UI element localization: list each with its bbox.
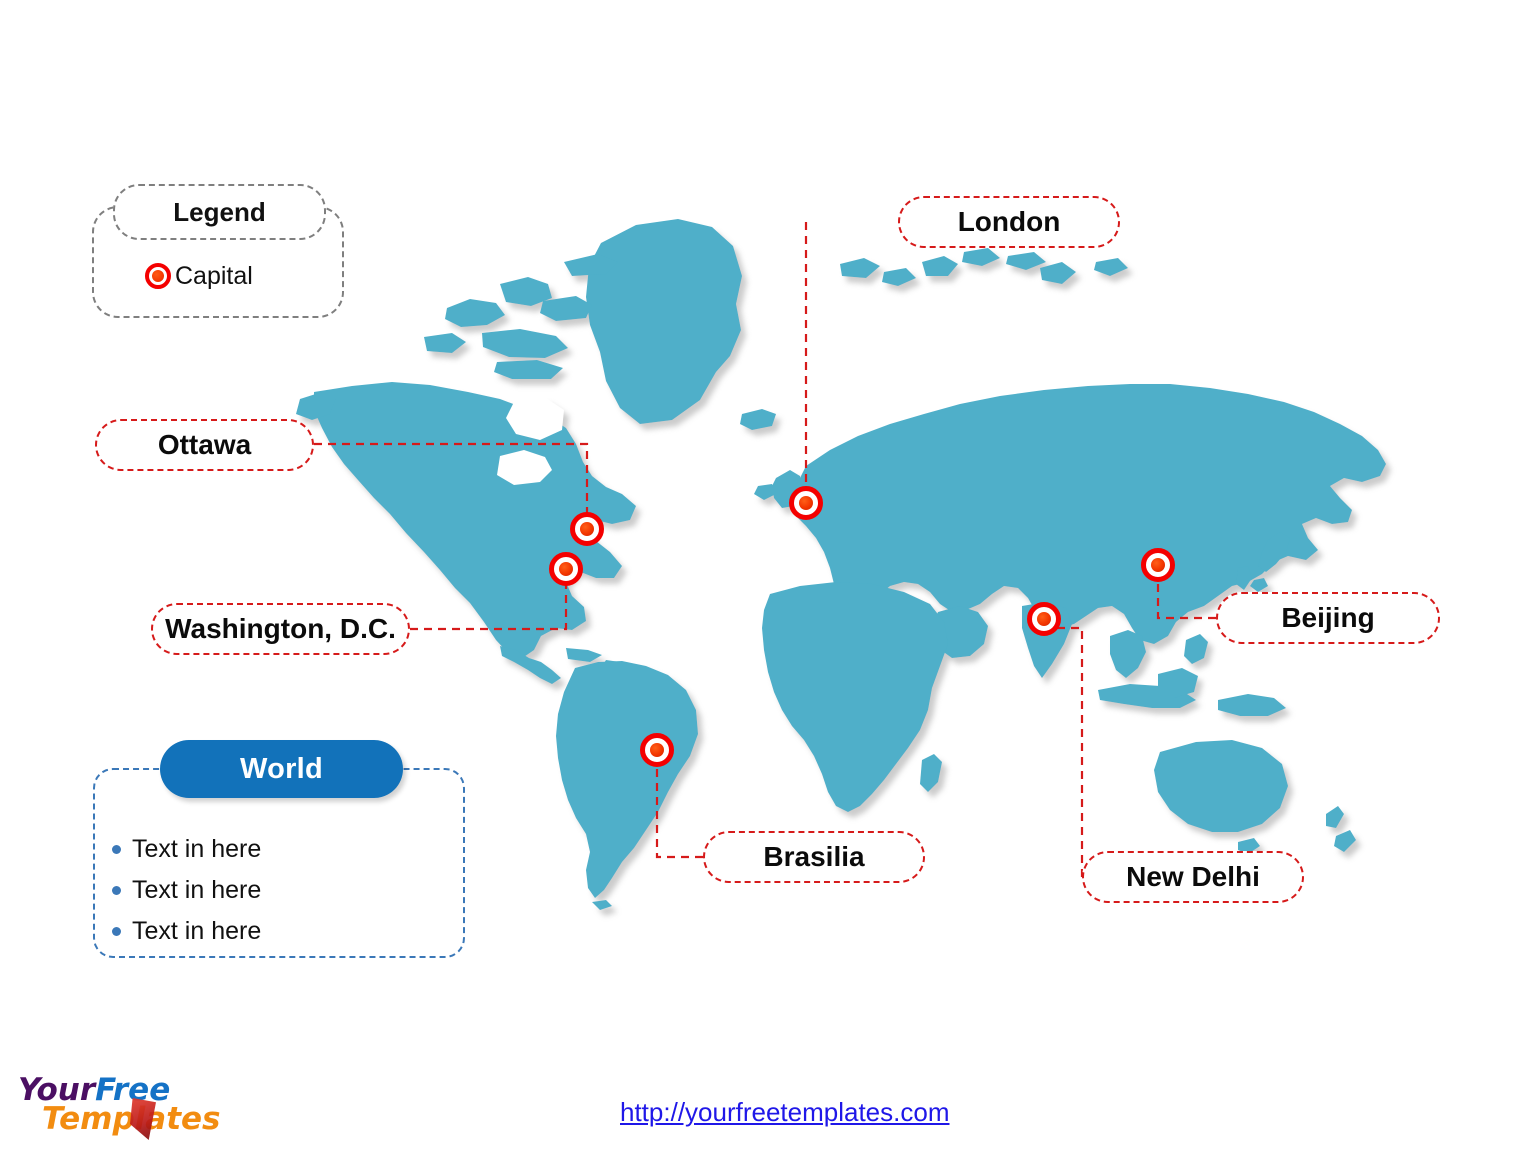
info-panel-title: World xyxy=(160,740,403,798)
madagascar-shape xyxy=(920,754,942,792)
australia-shape xyxy=(1154,740,1288,832)
list-item-label: Text in here xyxy=(132,917,262,945)
callout-london[interactable]: London xyxy=(898,196,1120,248)
list-item: Text in here xyxy=(112,911,452,952)
iceland-shape xyxy=(740,409,776,430)
arctic-island-1 xyxy=(445,299,505,327)
legend-item-capital: Capital xyxy=(145,258,253,294)
legend-item-label: Capital xyxy=(175,261,253,290)
arctic-island-4 xyxy=(540,296,592,321)
callout-beijing[interactable]: Beijing xyxy=(1216,592,1440,644)
callout-ottawa[interactable]: Ottawa xyxy=(95,419,314,471)
north-island-bits xyxy=(840,248,1128,286)
africa-shape xyxy=(762,582,948,812)
list-item-label: Text in here xyxy=(132,835,262,863)
arctic-island-5 xyxy=(424,333,466,353)
info-panel-list: Text in here Text in here Text in here xyxy=(112,829,452,952)
site-url-link[interactable]: http://yourfreetemplates.com xyxy=(620,1097,949,1128)
marker-beijing xyxy=(1141,548,1175,582)
callout-new-delhi[interactable]: New Delhi xyxy=(1082,851,1304,903)
new-guinea-shape xyxy=(1218,694,1286,716)
list-item: Text in here xyxy=(112,870,452,911)
slide-canvas: Legend Capital World Text in here Text i… xyxy=(0,0,1535,1151)
callout-brasilia[interactable]: Brasilia xyxy=(703,831,925,883)
marker-washington xyxy=(549,552,583,586)
yourfreetemplates-logo[interactable]: YourFree Templates xyxy=(14,1068,244,1148)
marker-ottawa xyxy=(570,512,604,546)
list-item: Text in here xyxy=(112,829,452,870)
callout-washington-dc[interactable]: Washington, D.C. xyxy=(151,603,410,655)
bullet-icon xyxy=(112,845,121,854)
svalbard-shape xyxy=(922,256,958,276)
arctic-island-3 xyxy=(482,329,568,358)
marker-brasilia xyxy=(640,733,674,767)
arctic-island-6 xyxy=(494,360,563,379)
bullet-icon xyxy=(112,886,121,895)
indochina-shape xyxy=(1110,630,1146,678)
tierra-del-fuego xyxy=(592,900,612,910)
world-map[interactable] xyxy=(0,0,1535,1151)
capital-marker-icon xyxy=(145,263,171,289)
marker-london xyxy=(789,486,823,520)
philippines-shape xyxy=(1184,634,1208,664)
marker-new-delhi xyxy=(1027,602,1061,636)
new-zealand-shape xyxy=(1326,806,1356,852)
bullet-icon xyxy=(112,927,121,936)
greenland-shape xyxy=(586,219,742,424)
list-item-label: Text in here xyxy=(132,876,262,904)
south-america-shape xyxy=(556,661,698,898)
novaya-zemlya-shape xyxy=(1040,262,1076,284)
legend-title: Legend xyxy=(113,184,326,240)
